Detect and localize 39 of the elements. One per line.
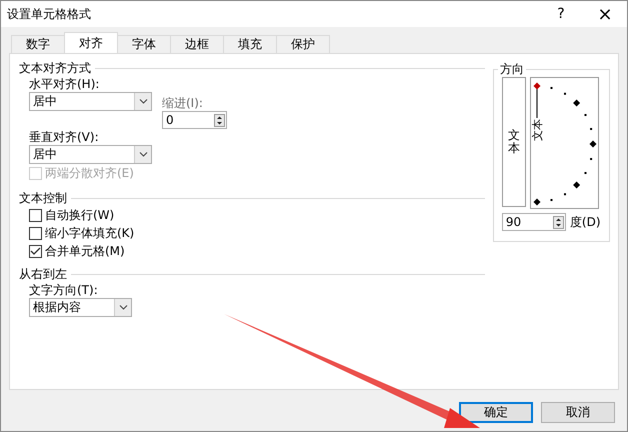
tab[interactable]: 填充 [223, 35, 277, 53]
vertical-text-button[interactable]: 文本 [502, 77, 526, 207]
spin-arrows-icon [214, 114, 225, 126]
chevron-icon [138, 152, 148, 157]
dialog-button[interactable]: 取消 [541, 402, 615, 423]
vertical-alignment-dropdown[interactable]: 居中 [29, 145, 152, 164]
checkbox[interactable] [29, 244, 42, 258]
chevron-icon [118, 305, 128, 310]
section-title: 文本控制 [19, 190, 67, 206]
dialog-button[interactable]: 确定 [459, 402, 533, 423]
field-label: 缩进(I): [162, 95, 204, 111]
checkbox-label: 缩小字体填充(K) [45, 224, 134, 242]
orientation-dial[interactable]: 文本 [530, 77, 599, 209]
spin-arrows-icon [552, 216, 564, 228]
checkbox-label: 自动换行(W) [45, 206, 114, 224]
indent-spinner[interactable]: 0 [162, 111, 227, 129]
tab[interactable]: 字体 [117, 35, 171, 53]
orientation-text: 文本 [532, 119, 544, 141]
checkbox[interactable] [29, 226, 42, 240]
close-button[interactable]: × [583, 1, 627, 27]
degrees-spinner[interactable]: 90 [502, 213, 566, 231]
checkbox[interactable] [29, 208, 42, 222]
horizontal-alignment-dropdown[interactable]: 居中 [29, 92, 152, 111]
section-title: 从右到左 [19, 266, 67, 282]
checkbox-label: 合并单元格(M) [45, 242, 125, 260]
tab[interactable]: 对齐 [64, 32, 118, 53]
field-label: 度(D) [570, 214, 600, 230]
chevron-icon [138, 99, 148, 104]
tab[interactable]: 保护 [276, 35, 330, 53]
field-label: 垂直对齐(V): [29, 129, 99, 145]
text-direction-dropdown[interactable]: 根据内容 [29, 298, 132, 317]
checkbox-label: 两端分散对齐(E) [45, 164, 134, 182]
tab[interactable]: 数字 [11, 35, 65, 53]
group-title: 方向 [498, 61, 526, 77]
field-label: 文字方向(T): [29, 282, 98, 298]
section-title: 文本对齐方式 [19, 60, 91, 76]
window-title: 设置单元格格式 [7, 6, 91, 22]
help-button[interactable]: ? [539, 1, 583, 27]
field-label: 水平对齐(H): [29, 76, 100, 92]
